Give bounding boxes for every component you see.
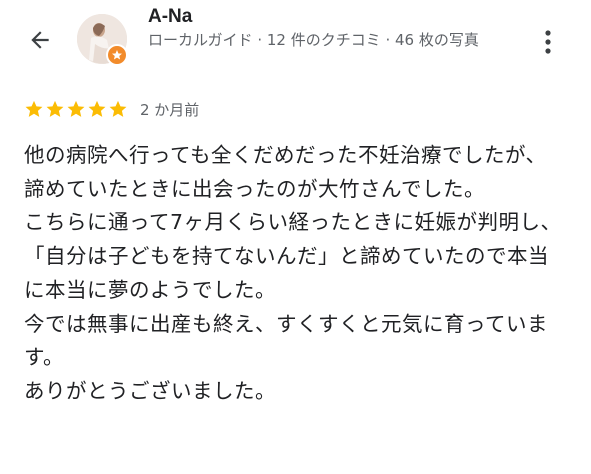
star-icon — [109, 100, 127, 117]
review-date: 2 か月前 — [140, 100, 200, 119]
star-icon — [67, 100, 85, 117]
local-guide-star-icon — [112, 50, 122, 60]
star-icon — [46, 100, 64, 117]
review-text: 他の病院へ行っても全くだめだった不妊治療でしたが、諦めていたときに出会ったのが大… — [24, 139, 564, 409]
local-guide-badge — [106, 44, 128, 66]
star-icon — [25, 100, 43, 117]
back-button[interactable] — [22, 22, 58, 58]
rating-row: 2 か月前 — [24, 98, 199, 120]
review-paragraph: 今では無事に出産も終え、すくすくと元気に育っています。 — [24, 311, 548, 370]
arrow-back-icon — [31, 31, 49, 49]
reviewer-name[interactable]: A-Na — [148, 6, 192, 28]
star-rating — [24, 99, 128, 119]
more-vert-icon — [545, 30, 551, 54]
more-options-button[interactable] — [534, 22, 562, 62]
review-paragraph: こちらに通って7ヶ月くらい経ったときに妊娠が判明し、「自分は子どもを持てないんだ… — [24, 210, 562, 302]
star-icon — [88, 100, 106, 117]
review-paragraph: 他の病院へ行っても全くだめだった不妊治療でしたが、諦めていたときに出会ったのが大… — [24, 143, 547, 201]
review-paragraph: ありがとうございました。 — [24, 378, 276, 403]
reviewer-meta: ローカルガイド · 12 件のクチコミ · 46 枚の写真 — [148, 31, 479, 49]
review-header: A-Na ローカルガイド · 12 件のクチコミ · 46 枚の写真 — [0, 0, 591, 90]
